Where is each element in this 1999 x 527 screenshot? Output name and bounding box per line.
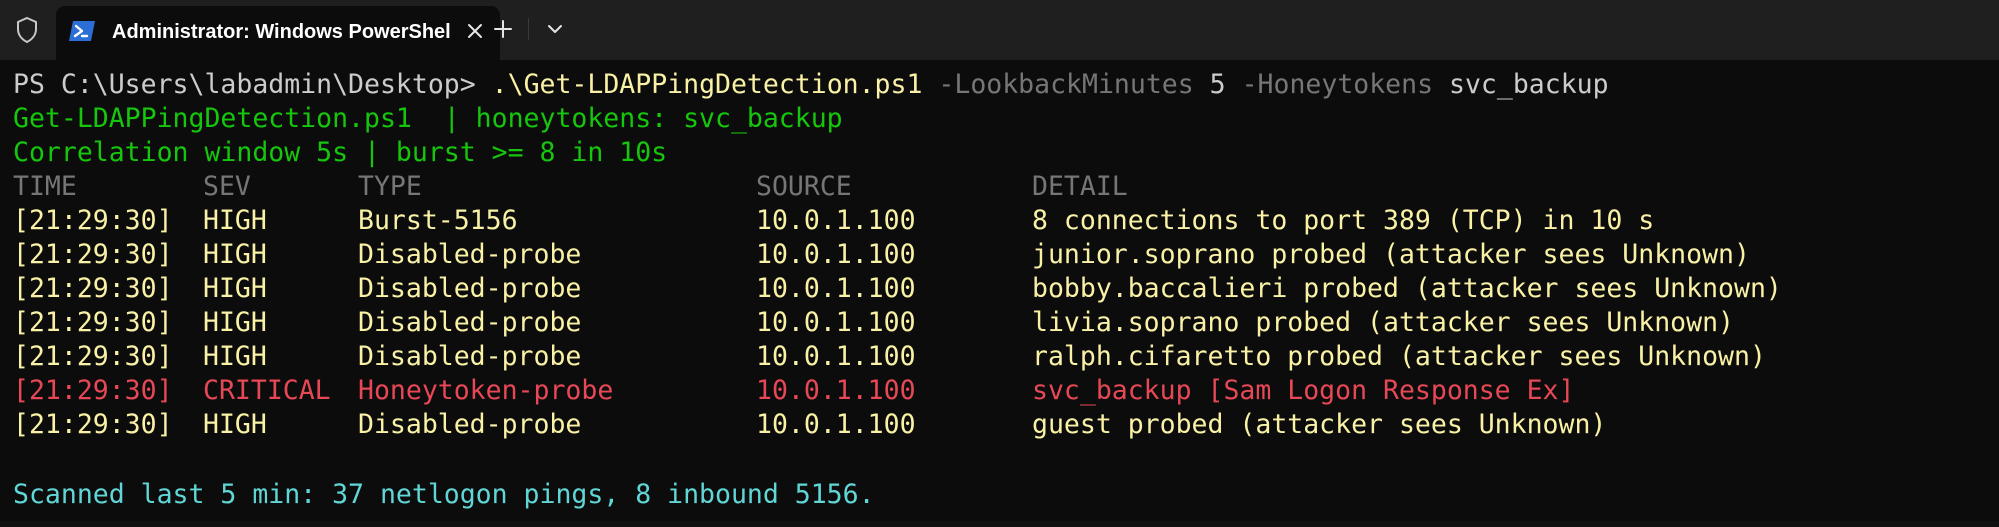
row-detail: bobby.baccalieri probed (attacker sees U… — [1032, 273, 1782, 304]
row-time: [21:29:30] — [13, 307, 173, 338]
row-time: [21:29:30] — [13, 341, 173, 372]
row-time: [21:29:30] — [13, 239, 173, 270]
row-sev: CRITICAL — [203, 375, 331, 406]
row-source: 10.0.1.100 — [756, 341, 916, 372]
row-source: 10.0.1.100 — [756, 375, 916, 406]
row-time: [21:29:30] — [13, 205, 173, 236]
row-detail: svc_backup [Sam Logon Response Ex] — [1032, 375, 1575, 406]
table-row: [21:29:30] HIGH Disabled-probe 10.0.1.10… — [13, 408, 1913, 442]
row-sev: HIGH — [203, 205, 267, 236]
tab-title: Administrator: Windows PowerShell — [112, 21, 452, 43]
row-source: 10.0.1.100 — [756, 239, 916, 270]
header-time: TIME — [13, 171, 77, 202]
summary-line: Scanned last 5 min: 37 netlogon pings, 8… — [13, 479, 875, 510]
plus-icon[interactable] — [486, 12, 520, 46]
table-row: [21:29:30] HIGH Disabled-probe 10.0.1.10… — [13, 238, 1913, 272]
table-row: [21:29:30] HIGH Disabled-probe 10.0.1.10… — [13, 340, 1913, 374]
table-row: [21:29:30] HIGH Burst-5156 10.0.1.100 8 … — [13, 204, 1913, 238]
row-detail: guest probed (attacker sees Unknown) — [1032, 409, 1607, 440]
terminal-window: Administrator: Windows PowerShell PS C:\… — [0, 0, 1999, 527]
command-script: .\Get-LDAPPingDetection.ps1 — [491, 69, 923, 100]
row-detail: ralph.cifaretto probed (attacker sees Un… — [1032, 341, 1766, 372]
command-value-honeytokens: svc_backup — [1449, 69, 1609, 100]
row-source: 10.0.1.100 — [756, 273, 916, 304]
row-type: Disabled-probe — [358, 409, 582, 440]
row-source: 10.0.1.100 — [756, 205, 916, 236]
tab-powershell[interactable]: Administrator: Windows PowerShell — [56, 6, 500, 60]
row-sev: HIGH — [203, 307, 267, 338]
table-row-critical: [21:29:30] CRITICAL Honeytoken-probe 10.… — [13, 374, 1913, 408]
header-type: TYPE — [358, 171, 422, 202]
command-param-honeytokens: -Honeytokens — [1241, 69, 1434, 100]
command-value-lookback: 5 — [1209, 69, 1226, 100]
row-detail: 8 connections to port 389 (TCP) in 10 s — [1032, 205, 1655, 236]
table-row: [21:29:30] HIGH Disabled-probe 10.0.1.10… — [13, 306, 1913, 340]
header-sev: SEV — [203, 171, 251, 202]
terminal-output[interactable]: PS C:\Users\labadmin\Desktop> .\Get-LDAP… — [0, 60, 1999, 527]
row-time: [21:29:30] — [13, 409, 173, 440]
tab-strip: Administrator: Windows PowerShell — [0, 0, 1999, 60]
prompt: PS C:\Users\labadmin\Desktop> — [13, 69, 476, 100]
tab-separator — [528, 18, 529, 40]
row-time: [21:29:30] — [13, 273, 173, 304]
header-source: SOURCE — [756, 171, 852, 202]
row-type: Burst-5156 — [358, 205, 518, 236]
chevron-down-icon[interactable] — [538, 12, 572, 46]
row-source: 10.0.1.100 — [756, 307, 916, 338]
command-line: PS C:\Users\labadmin\Desktop> .\Get-LDAP… — [13, 68, 1609, 102]
row-type: Disabled-probe — [358, 307, 582, 338]
command-param-lookback: -LookbackMinutes — [938, 69, 1194, 100]
table-row: [21:29:30] HIGH Disabled-probe 10.0.1.10… — [13, 272, 1913, 306]
row-type: Honeytoken-probe — [358, 375, 614, 406]
banner-line-1: Get-LDAPPingDetection.ps1 | honeytokens:… — [13, 103, 843, 134]
row-sev: HIGH — [203, 409, 267, 440]
row-detail: junior.soprano probed (attacker sees Unk… — [1032, 239, 1750, 270]
banner-line-2: Correlation window 5s | burst >= 8 in 10… — [13, 137, 668, 168]
row-sev: HIGH — [203, 239, 267, 270]
row-time: [21:29:30] — [13, 375, 173, 406]
row-type: Disabled-probe — [358, 341, 582, 372]
table-header: TIME SEV TYPE SOURCE DETAIL — [13, 170, 1913, 204]
shield-icon[interactable] — [10, 13, 44, 47]
row-type: Disabled-probe — [358, 273, 582, 304]
row-sev: HIGH — [203, 273, 267, 304]
bottom-edge — [0, 521, 1999, 527]
row-type: Disabled-probe — [358, 239, 582, 270]
row-source: 10.0.1.100 — [756, 409, 916, 440]
row-detail: livia.soprano probed (attacker sees Unkn… — [1032, 307, 1734, 338]
header-detail: DETAIL — [1032, 171, 1128, 202]
powershell-icon — [68, 19, 96, 43]
row-sev: HIGH — [203, 341, 267, 372]
